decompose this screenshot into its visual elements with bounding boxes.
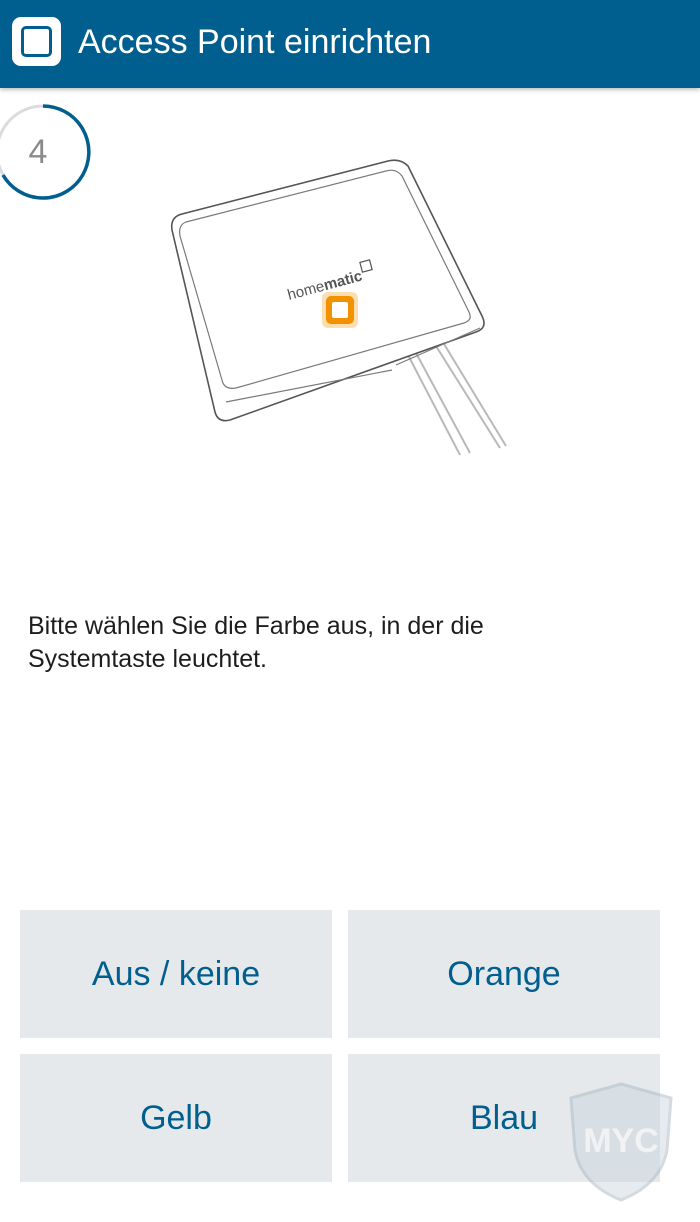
step-indicator: 4 xyxy=(0,103,92,201)
watermark-shield-icon: MYC xyxy=(563,1080,679,1204)
app-bar: Access Point einrichten xyxy=(0,0,700,88)
access-point-illustration: homematic xyxy=(160,150,520,480)
step-number: 4 xyxy=(28,133,48,171)
choice-button-orange[interactable]: Orange xyxy=(348,910,660,1038)
choice-button-aus-keine[interactable]: Aus / keine xyxy=(20,910,332,1038)
svg-text:MYC: MYC xyxy=(583,1122,659,1160)
app-title: Access Point einrichten xyxy=(78,23,432,61)
instruction-text: Bitte wählen Sie die Farbe aus, in der d… xyxy=(28,612,484,673)
choice-button-gelb[interactable]: Gelb xyxy=(20,1054,332,1182)
app-logo-icon xyxy=(12,17,61,66)
